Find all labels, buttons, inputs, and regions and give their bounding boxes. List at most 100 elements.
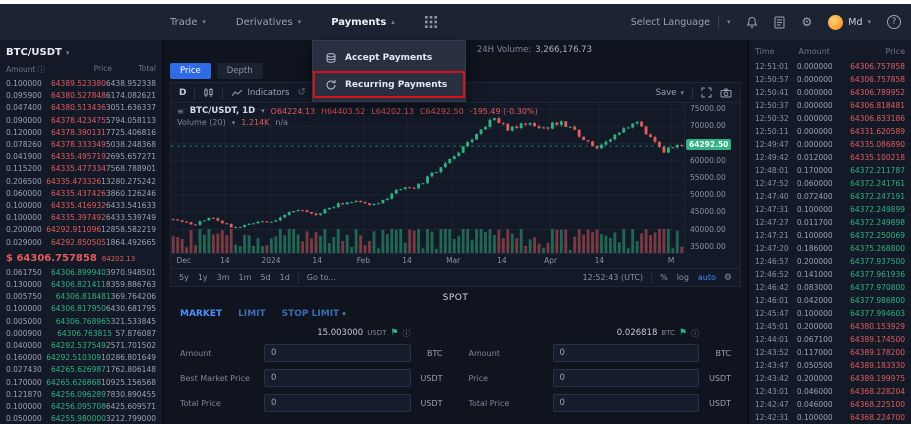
clock[interactable]: 12:52:43 (UTC) [583,273,644,282]
orderbook-ask-row[interactable]: 0.100000 64335.397492 6433.539749 [6,212,156,224]
orderbook-bid-row[interactable]: 0.040000 64292.537549 2571.701502 [6,340,156,352]
orderbook-bid-row[interactable]: 0.005000 64306.768965 321.533845 [6,316,156,328]
trade-row[interactable]: 12:46:01 0.042000 64377.986800 [755,294,905,307]
camera-icon[interactable] [720,88,732,98]
trade-row[interactable]: 12:51:01 0.000000 64306.757858 [755,60,905,73]
trade-row[interactable]: 12:42:31 0.100000 64368.224700 [755,411,905,424]
trade-row[interactable]: 12:44:01 0.067100 64389.174500 [755,333,905,346]
user-menu[interactable]: Md ▾ [828,15,871,30]
orderbook-ask-row[interactable]: 0.206500 64335.473326 13280.275242 [6,176,156,188]
price-axis[interactable]: 75000.0070000.0065000.0060000.0055000.00… [684,103,740,253]
tab-stop-limit[interactable]: STOP LIMIT ▾ [282,309,346,319]
trade-row[interactable]: 12:50:37 0.000000 64306.818481 [755,99,905,112]
trade-row[interactable]: 12:43:47 0.050500 64389.183330 [755,359,905,372]
orderbook-bid-row[interactable]: 0.160000 64292.510309 10286.801649 [6,352,156,364]
range-button[interactable]: 3m [217,273,230,282]
candlestick-chart[interactable]: ≡ BTC/USDT, 1D ▾ O64224.13 H64403.52 L64… [171,103,684,253]
bell-icon[interactable] [746,16,758,29]
trade-row[interactable]: 12:47:52 0.060000 64372.241761 [755,177,905,190]
trade-row[interactable]: 12:47:40 0.072400 64372.247191 [755,190,905,203]
nav-item-trade[interactable]: Trade ▾ [170,17,206,28]
orderbook-bid-row[interactable]: 0.050000 64255.980000 3212.799000 [6,413,156,424]
tab-price[interactable]: Price [170,63,211,79]
order-input[interactable] [264,344,411,362]
scale-button[interactable]: auto [698,273,716,282]
help-icon[interactable]: ? [887,15,901,29]
trade-row[interactable]: 12:50:41 0.000000 64306.789952 [755,86,905,99]
trade-row[interactable]: 12:48:01 0.170000 64372.211787 [755,164,905,177]
orderbook-bid-row[interactable]: 0.170000 64265.626868 10925.156568 [6,377,156,389]
trade-row[interactable]: 12:45:01 0.200000 64380.153929 [755,320,905,333]
orderbook-bid-row[interactable]: 0.100000 64256.095708 6425.609571 [6,401,156,413]
orderbook-ask-row[interactable]: 0.100000 64335.416932 6433.541633 [6,200,156,212]
apps-grid-icon[interactable] [425,16,437,28]
indicators-button[interactable]: Indicators [231,88,289,98]
trade-row[interactable]: 12:46:57 0.200000 64377.937500 [755,255,905,268]
range-button[interactable]: 1y [198,273,208,282]
tab-limit[interactable]: LIMIT [238,309,266,319]
tab-depth[interactable]: Depth [217,63,263,79]
trade-row[interactable]: 12:47:21 0.100000 64372.250069 [755,229,905,242]
menu-item-accept-payments[interactable]: Accept Payments [313,44,465,71]
order-input[interactable] [264,394,411,412]
trade-row[interactable]: 12:50:11 0.000000 64331.620589 [755,125,905,138]
scale-button[interactable]: % [660,273,668,282]
trade-row[interactable]: 12:43:52 0.117000 64389.178200 [755,346,905,359]
menu-item-recurring-payments[interactable]: Recurring Payments [313,71,465,98]
orderbook-ask-row[interactable]: 0.029000 64292.850505 1864.492665 [6,237,156,249]
range-button[interactable]: 1m [239,273,252,282]
pair-selector[interactable]: BTC/USDT ▾ [6,44,156,64]
orderbook-ask-row[interactable]: 0.115200 64335.477334 7568.788901 [6,163,156,175]
range-button[interactable]: 5y [179,273,189,282]
trade-row[interactable]: 12:47:31 0.100000 64372.249899 [755,203,905,216]
orderbook-ask-row[interactable]: 0.095900 64380.527848 6174.082621 [6,90,156,102]
trade-row[interactable]: 12:49:47 0.000000 64335.086890 [755,138,905,151]
orderbook-ask-row[interactable]: 0.120000 64378.390131 7725.406816 [6,127,156,139]
nav-item-derivatives[interactable]: Derivatives ▾ [236,17,301,28]
trade-row[interactable]: 12:46:52 0.141000 64377.961936 [755,268,905,281]
orderbook-bid-row[interactable]: 0.121870 64256.096289 7830.890455 [6,389,156,401]
range-button[interactable]: 5d [260,273,270,282]
range-button[interactable]: 1d [280,273,290,282]
orderbook-ask-row[interactable]: 0.090000 64378.423475 5794.058113 [6,115,156,127]
info-icon[interactable]: ⓘ [691,328,699,339]
trade-row[interactable]: 12:50:57 0.000000 64306.757858 [755,73,905,86]
order-input[interactable] [553,369,700,387]
trade-row[interactable]: 12:47:20 0.186000 64375.268800 [755,242,905,255]
candle-style-icon[interactable] [203,87,214,98]
trade-row[interactable]: 12:50:32 0.000000 64306.833186 [755,112,905,125]
info-icon[interactable]: ⓘ [403,328,411,339]
order-input[interactable] [553,394,700,412]
interval-button[interactable]: D [179,88,186,98]
scale-button[interactable]: log [677,273,689,282]
trade-row[interactable]: 12:46:42 0.083000 64377.970800 [755,281,905,294]
trade-row[interactable]: 12:49:42 0.012000 64335.100218 [755,151,905,164]
tab-market[interactable]: MARKET [180,309,222,319]
order-input[interactable] [553,344,700,362]
orderbook-bid-row[interactable]: 0.100000 64306.817950 6430.681795 [6,303,156,315]
undo-icon[interactable]: ↺ [297,87,305,98]
orderbook-ask-row[interactable]: 0.100000 64389.523380 6438.952338 [6,78,156,90]
gear-icon[interactable]: ⚙ [801,15,812,29]
language-selector[interactable]: Select Language ▾ [631,16,731,28]
chart-settings-icon[interactable]: ⚙ [724,273,732,283]
orderbook-bid-row[interactable]: 0.005750 64306.818481 369.764206 [6,291,156,303]
orderbook-ask-row[interactable]: 0.047400 64380.513436 3051.636337 [6,102,156,114]
orderbook-bid-row[interactable]: 0.027430 64265.626987 1762.806148 [6,364,156,376]
goto-button[interactable]: Go to... [307,273,336,282]
trade-row[interactable]: 12:45:47 0.100000 64377.994603 [755,307,905,320]
orderbook-bid-row[interactable]: 0.061750 64306.899940 3970.948501 [6,267,156,279]
orderbook-ask-row[interactable]: 0.200000 64292.911096 12858.582219 [6,224,156,236]
trade-row[interactable]: 12:47:27 0.011700 64372.249898 [755,216,905,229]
orders-icon[interactable] [774,16,785,29]
time-axis[interactable]: Dec14202414Feb14Mar14Apr14M [171,253,684,268]
save-button[interactable]: Save ▾ [656,88,684,98]
orderbook-ask-row[interactable]: 0.060000 64335.437426 3860.126246 [6,188,156,200]
orderbook-ask-row[interactable]: 0.078260 64378.333349 5038.248368 [6,139,156,151]
orderbook-bid-row[interactable]: 0.000900 64306.763815 57.876087 [6,328,156,340]
orderbook-ask-row[interactable]: 0.041900 64335.495719 2695.657271 [6,151,156,163]
orderbook-bid-row[interactable]: 0.130000 64306.821411 8359.886763 [6,279,156,291]
order-input[interactable] [264,369,411,387]
nav-item-payments[interactable]: Payments ▴ [331,17,395,28]
trade-row[interactable]: 12:43:01 0.046000 64368.228204 [755,385,905,398]
